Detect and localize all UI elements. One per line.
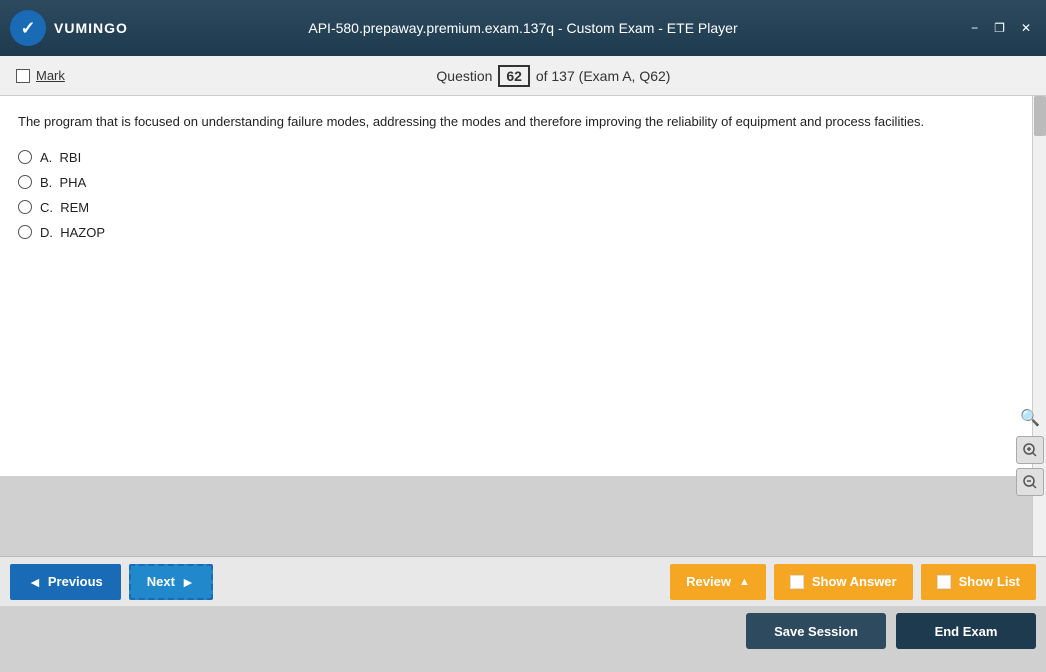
radio-b[interactable] (18, 175, 32, 189)
bottom-toolbar: ◄ Previous Next ► Review ▲ Show Answer S… (0, 556, 1046, 606)
close-button[interactable]: ✕ (1016, 19, 1036, 37)
next-button[interactable]: Next ► (129, 564, 213, 600)
radio-a[interactable] (18, 150, 32, 164)
previous-button[interactable]: ◄ Previous (10, 564, 121, 600)
scrollbar-thumb[interactable] (1034, 96, 1046, 136)
question-header: Mark Question 62 of 137 (Exam A, Q62) (0, 56, 1046, 96)
option-c-text: C. REM (40, 200, 89, 215)
scrollbar-track[interactable]: 🔍 (1032, 96, 1046, 556)
logo-text: VUMINGO (54, 20, 128, 36)
review-button[interactable]: Review ▲ (670, 564, 766, 600)
window-title: API-580.prepaway.premium.exam.137q - Cus… (308, 20, 737, 36)
question-text: The program that is focused on understan… (18, 112, 1014, 132)
show-list-button[interactable]: Show List (921, 564, 1036, 600)
logo-area: ✓ VUMINGO (10, 10, 128, 46)
main-content: The program that is focused on understan… (0, 96, 1046, 556)
option-a-text: A. RBI (40, 150, 81, 165)
zoom-out-icon-btn[interactable] (1016, 468, 1044, 496)
minimize-button[interactable]: − (966, 19, 983, 37)
radio-c[interactable] (18, 200, 32, 214)
question-info: Question 62 of 137 (Exam A, Q62) (77, 65, 1030, 87)
question-label: Question (436, 68, 492, 84)
mark-label[interactable]: Mark (36, 68, 65, 83)
radio-d[interactable] (18, 225, 32, 239)
show-list-icon (937, 575, 951, 589)
total-questions: of 137 (536, 68, 575, 84)
title-bar: ✓ VUMINGO API-580.prepaway.premium.exam.… (0, 0, 1046, 56)
option-d[interactable]: D. HAZOP (18, 225, 1014, 240)
next-arrow-icon: ► (181, 574, 195, 590)
prev-arrow-icon: ◄ (28, 574, 42, 590)
end-exam-button[interactable]: End Exam (896, 613, 1036, 649)
logo-icon: ✓ (10, 10, 46, 46)
question-scroll-area: The program that is focused on understan… (0, 96, 1032, 556)
restore-button[interactable]: ❐ (989, 19, 1010, 37)
zoom-in-icon (1022, 442, 1038, 458)
question-body: The program that is focused on understan… (0, 96, 1032, 476)
show-answer-icon (790, 575, 804, 589)
show-answer-button[interactable]: Show Answer (774, 564, 913, 600)
option-b[interactable]: B. PHA (18, 175, 1014, 190)
zoom-in-icon-btn[interactable] (1016, 436, 1044, 464)
option-b-text: B. PHA (40, 175, 86, 190)
option-d-text: D. HAZOP (40, 225, 105, 240)
save-session-button[interactable]: Save Session (746, 613, 886, 649)
search-icon-btn[interactable]: 🔍 (1016, 404, 1044, 432)
window-controls: − ❐ ✕ (966, 19, 1036, 37)
review-arrow-icon: ▲ (739, 576, 750, 588)
zoom-out-icon (1022, 474, 1038, 490)
option-c[interactable]: C. REM (18, 200, 1014, 215)
exam-info: (Exam A, Q62) (579, 68, 671, 84)
question-number: 62 (498, 65, 530, 87)
option-a[interactable]: A. RBI (18, 150, 1014, 165)
mark-wrapper[interactable]: Mark (16, 68, 65, 83)
mark-checkbox[interactable] (16, 69, 30, 83)
bottom-bar2: Save Session End Exam (0, 606, 1046, 656)
answer-options: A. RBI B. PHA C. REM D. HAZOP (18, 150, 1014, 240)
